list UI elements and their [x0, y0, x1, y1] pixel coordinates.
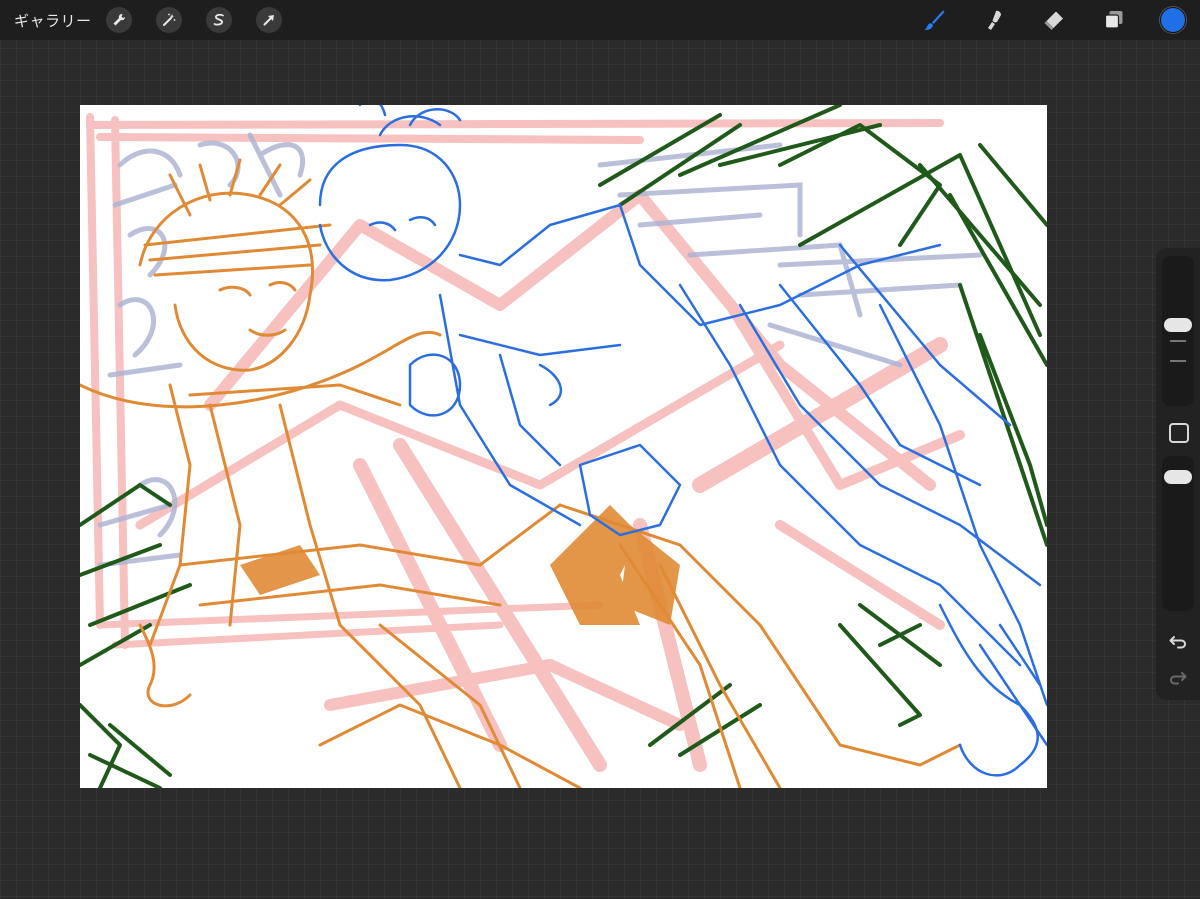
smudge-icon [988, 10, 1001, 30]
wrench-icon [113, 13, 125, 26]
brush-size-handle[interactable] [1164, 318, 1192, 332]
side-toolbar [1156, 248, 1200, 700]
layers-button[interactable] [1100, 6, 1128, 34]
magic-wand-icon [162, 13, 175, 26]
selection-s-icon [213, 13, 224, 26]
modify-square-icon[interactable] [1169, 423, 1189, 443]
transform-button[interactable] [255, 7, 282, 33]
tool-group [920, 0, 1200, 40]
actions-button[interactable] [105, 7, 132, 33]
selection-button[interactable] [205, 7, 232, 33]
opacity-handle[interactable] [1164, 470, 1192, 484]
slider-tick [1170, 340, 1186, 342]
layers-icon [1104, 11, 1123, 29]
redo-icon[interactable] [1168, 668, 1188, 688]
undo-icon[interactable] [1168, 632, 1188, 652]
smudge-tool-button[interactable] [980, 6, 1008, 34]
color-picker-button[interactable] [1160, 7, 1186, 33]
slider-tick [1170, 360, 1186, 362]
drawing-canvas[interactable] [80, 105, 1047, 788]
gallery-button[interactable]: ギャラリー [14, 10, 92, 31]
top-toolbar: ギャラリー [0, 0, 1200, 40]
eraser-tool-button[interactable] [1040, 6, 1068, 34]
eraser-icon [1044, 11, 1063, 30]
brush-icon [924, 10, 945, 30]
sketch-artwork [80, 105, 1047, 788]
brush-tool-button[interactable] [920, 6, 948, 34]
transform-arrow-icon [263, 15, 274, 26]
adjustments-button[interactable] [155, 7, 182, 33]
orange-fill-patches [240, 505, 680, 625]
lavender-sketch-layer [97, 132, 983, 568]
